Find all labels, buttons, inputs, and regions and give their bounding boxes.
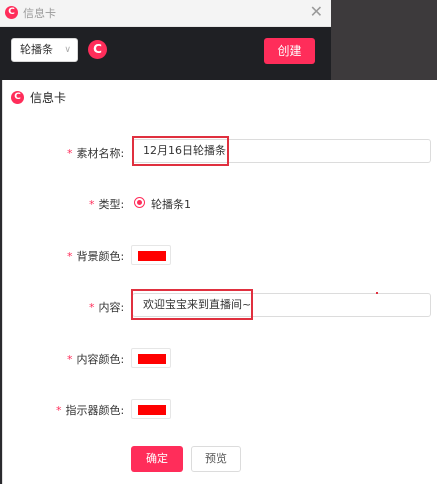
dialog-title: 信息卡 xyxy=(30,91,67,105)
content-label: * 内容: xyxy=(89,301,125,314)
content-color-swatch xyxy=(138,354,166,364)
bg-color-picker[interactable] xyxy=(131,245,171,265)
content-color-picker[interactable] xyxy=(131,348,171,368)
type-radio[interactable] xyxy=(134,197,145,208)
required-mark: * xyxy=(67,147,73,160)
required-mark: * xyxy=(67,353,73,366)
type-radio-dot xyxy=(137,200,142,205)
back-window-titlebar: C 信息卡 ✕ xyxy=(0,0,331,27)
background-dim xyxy=(331,0,437,80)
back-window-title: 信息卡 xyxy=(23,7,56,20)
back-window-toolbar: 轮播条 ∨ C 创建 xyxy=(0,27,331,80)
type-radio-label[interactable]: 轮播条1 xyxy=(151,196,191,212)
content-input[interactable]: 欢迎宝宝来到直播间~ xyxy=(132,293,431,317)
create-button[interactable]: 创建 xyxy=(264,38,315,64)
type-dropdown[interactable]: 轮播条 ∨ xyxy=(11,38,78,62)
chevron-down-icon: ∨ xyxy=(64,45,71,55)
material-name-label: * 素材名称: xyxy=(67,147,125,160)
back-window: C 信息卡 ✕ 轮播条 ∨ C 创建 xyxy=(0,0,331,80)
indicator-color-swatch xyxy=(138,405,166,415)
app-logo-icon: C xyxy=(5,6,18,19)
dialog-logo-icon: C xyxy=(11,91,24,104)
required-mark: * xyxy=(56,404,62,417)
material-name-input[interactable]: 12月16日轮播条 xyxy=(132,139,431,163)
info-card-dialog: C 信息卡 * 素材名称: 12月16日轮播条 * 类型: 轮播条1 * 背景颜色: … xyxy=(2,80,437,484)
required-mark: * xyxy=(89,198,95,211)
required-mark: * xyxy=(89,301,95,314)
type-label: * 类型: xyxy=(89,198,125,211)
close-icon[interactable]: ✕ xyxy=(310,2,323,21)
indicator-color-picker[interactable] xyxy=(131,399,171,419)
preview-button[interactable]: 预览 xyxy=(191,446,241,472)
confirm-button[interactable]: 确定 xyxy=(131,446,183,472)
required-mark: * xyxy=(67,250,73,263)
content-value: 欢迎宝宝来到直播间~ xyxy=(143,298,252,311)
refresh-icon[interactable]: C xyxy=(88,40,107,59)
red-dot-mark xyxy=(376,292,378,294)
bg-color-swatch xyxy=(138,251,166,261)
bg-color-label: * 背景颜色: xyxy=(67,250,125,263)
type-dropdown-value: 轮播条 xyxy=(20,43,53,56)
indicator-color-label: * 指示器颜色: xyxy=(56,404,125,417)
content-color-label: * 内容颜色: xyxy=(67,353,125,366)
material-name-value: 12月16日轮播条 xyxy=(143,144,226,157)
